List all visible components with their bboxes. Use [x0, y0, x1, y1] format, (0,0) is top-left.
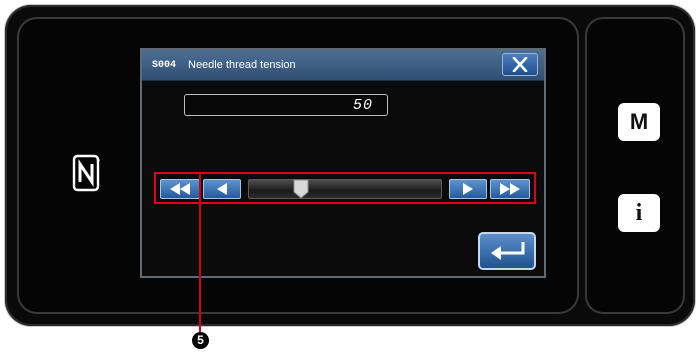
- nfc-icon: ™: [72, 154, 100, 192]
- dialog-title-bar: S004 Needle thread tension: [142, 50, 544, 81]
- slider-thumb[interactable]: [293, 179, 309, 199]
- enter-button[interactable]: [478, 232, 536, 270]
- fast-rewind-button[interactable]: [160, 179, 200, 199]
- value-display: 50: [184, 94, 388, 116]
- step-left-icon: [217, 183, 227, 195]
- callout-leader-line: [199, 172, 201, 332]
- dialog-title: Needle thread tension: [188, 59, 296, 71]
- touch-screen: ™ S004 Needle thread tension 50: [17, 17, 579, 314]
- step-right-button[interactable]: [449, 179, 487, 199]
- slider-track[interactable]: [248, 179, 442, 199]
- information-button[interactable]: i: [618, 194, 660, 232]
- slider-highlight-frame: [154, 172, 536, 204]
- step-right-icon: [463, 183, 473, 195]
- fast-forward-icon: [500, 183, 520, 195]
- step-left-button[interactable]: [203, 179, 241, 199]
- mode-button[interactable]: M: [618, 103, 660, 141]
- fast-forward-button[interactable]: [490, 179, 530, 199]
- device-panel: ™ S004 Needle thread tension 50 M i: [5, 5, 695, 326]
- side-key-panel: M i: [585, 17, 685, 314]
- close-button[interactable]: [502, 53, 538, 76]
- fast-rewind-icon: [170, 183, 190, 195]
- svg-text:™: ™: [96, 158, 100, 163]
- parameter-code: S004: [152, 60, 177, 71]
- enter-return-icon: [491, 242, 525, 260]
- callout-number: 5: [192, 332, 209, 349]
- close-icon: [512, 57, 528, 72]
- tension-value: 50: [352, 97, 373, 114]
